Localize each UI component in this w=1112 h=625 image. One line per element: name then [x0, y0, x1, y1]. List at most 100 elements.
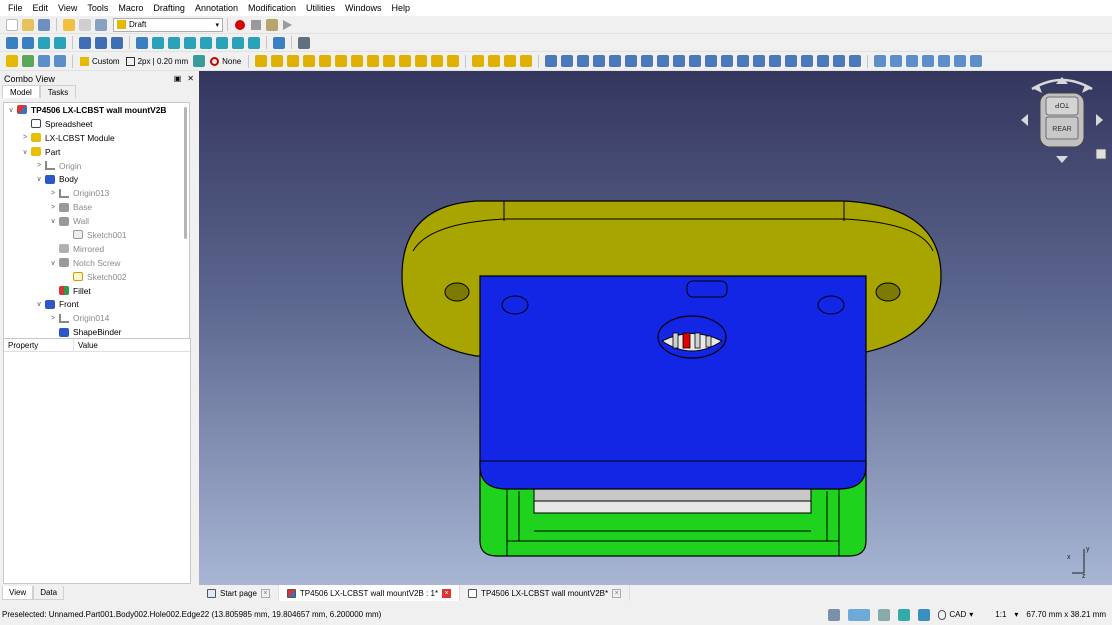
line-icon[interactable]: [255, 55, 268, 67]
macro-record-icon[interactable]: [235, 19, 245, 30]
draft-tray-icon[interactable]: [6, 55, 18, 67]
join-icon[interactable]: [721, 55, 734, 67]
tree-item-sketch001[interactable]: Sketch001: [4, 228, 189, 242]
tree-item-module[interactable]: > LX-LCBST Module: [4, 131, 189, 145]
trimex-icon[interactable]: [625, 55, 638, 67]
toggle-display-mode-icon[interactable]: [890, 55, 903, 67]
tree-item-notch-screw[interactable]: ∨ Notch Screw: [4, 256, 189, 270]
toggle-grid-icon[interactable]: [874, 55, 887, 67]
ellipse-icon[interactable]: [335, 55, 348, 67]
view-front-icon[interactable]: [168, 36, 180, 49]
view-left-icon[interactable]: [248, 36, 260, 49]
macro-stop-icon[interactable]: [251, 19, 261, 30]
snap-dimension-icon[interactable]: [898, 608, 911, 621]
tree-item-fillet[interactable]: Fillet: [4, 284, 189, 298]
wire-to-bspline-icon[interactable]: [785, 55, 798, 67]
tab-view[interactable]: View: [2, 586, 34, 600]
value-column-header[interactable]: Value: [74, 339, 102, 351]
open-folder-icon[interactable]: [22, 18, 34, 31]
navigation-style[interactable]: CAD ▾: [938, 609, 973, 620]
tab-data[interactable]: Data: [33, 586, 65, 600]
menu-tools[interactable]: Tools: [82, 0, 113, 16]
close-panel-icon[interactable]: ✕: [187, 74, 194, 83]
array-icon[interactable]: [673, 55, 686, 67]
view-top-icon[interactable]: [184, 36, 196, 49]
edit-icon[interactable]: [689, 55, 702, 67]
snap-none-button[interactable]: None: [210, 56, 241, 66]
arrow-left-icon[interactable]: [1021, 114, 1028, 126]
fit-selection-icon[interactable]: [22, 36, 34, 49]
expand-toggle[interactable]: ∨: [48, 259, 58, 267]
close-icon[interactable]: ×: [260, 588, 270, 598]
facebinder-icon[interactable]: [431, 55, 444, 67]
text-icon[interactable]: [472, 55, 485, 67]
layer-icon[interactable]: [22, 55, 34, 67]
slope-icon[interactable]: [817, 55, 830, 67]
annotation-style-icon[interactable]: [520, 55, 533, 67]
tab-start-page[interactable]: Start page ×: [199, 585, 279, 601]
add-to-group-icon[interactable]: [906, 55, 919, 67]
tab-document-2[interactable]: TP4506 LX-LCBST wall mountV2B* ×: [460, 585, 631, 601]
clone-icon[interactable]: [657, 55, 670, 67]
snap-endpoint-icon[interactable]: [878, 608, 891, 621]
snap-workingplane-icon[interactable]: [918, 608, 931, 621]
view-right-icon[interactable]: [200, 36, 212, 49]
back-arrow-icon[interactable]: [79, 36, 91, 49]
tree-item-mirrored[interactable]: Mirrored: [4, 242, 189, 256]
upgrade-icon[interactable]: [753, 55, 766, 67]
expand-toggle[interactable]: ∨: [34, 175, 44, 183]
label-icon[interactable]: [504, 55, 517, 67]
refresh-icon[interactable]: [95, 18, 107, 31]
line-width-button[interactable]: 2px | 0.20 mm: [125, 56, 188, 66]
3d-viewport[interactable]: TOP REAR x y z: [199, 71, 1112, 585]
menu-edit[interactable]: Edit: [28, 0, 54, 16]
macro-run-icon[interactable]: [283, 19, 292, 30]
construction-icon[interactable]: [38, 55, 50, 67]
expand-toggle[interactable]: >: [48, 190, 58, 197]
forward-arrow-icon[interactable]: [95, 36, 107, 49]
shape-2d-view-icon[interactable]: [849, 55, 862, 67]
view-menu-cube-icon[interactable]: [1095, 148, 1107, 160]
new-document-icon[interactable]: [6, 18, 18, 31]
menu-modification[interactable]: Modification: [243, 0, 301, 16]
draft-scale[interactable]: 1:1: [995, 610, 1006, 619]
macro-edit-icon[interactable]: [266, 18, 278, 31]
circle-icon[interactable]: [319, 55, 332, 67]
polygon-icon[interactable]: [367, 55, 380, 67]
menu-macro[interactable]: Macro: [113, 0, 148, 16]
expand-toggle[interactable]: ∨: [48, 217, 58, 225]
expand-toggle[interactable]: >: [20, 134, 30, 141]
tree-item-document[interactable]: ∨ TP4506 LX-LCBST wall mountV2B: [4, 103, 189, 117]
view-rear-icon[interactable]: [216, 36, 228, 49]
view-isometric-icon[interactable]: [152, 36, 164, 49]
dimension-icon[interactable]: [488, 55, 501, 67]
bounding-box-icon[interactable]: [54, 36, 66, 49]
undo-icon[interactable]: [63, 18, 75, 31]
draw-style-icon[interactable]: [38, 36, 50, 49]
menu-windows[interactable]: Windows: [340, 0, 387, 16]
rotate-icon[interactable]: [561, 55, 574, 67]
tree-item-part[interactable]: ∨ Part: [4, 145, 189, 159]
redo-icon[interactable]: [79, 18, 91, 31]
offset-icon[interactable]: [609, 55, 622, 67]
tree-scrollbar[interactable]: [184, 107, 187, 239]
tab-model[interactable]: Model: [2, 85, 40, 98]
expand-toggle[interactable]: >: [48, 204, 58, 211]
tree-item-base[interactable]: > Base: [4, 200, 189, 214]
move-icon[interactable]: [545, 55, 558, 67]
draft-to-sketch-icon[interactable]: [801, 55, 814, 67]
view-bottom-icon[interactable]: [232, 36, 244, 49]
menu-file[interactable]: File: [3, 0, 28, 16]
fit-all-icon[interactable]: [6, 36, 18, 49]
tree-item-wall[interactable]: ∨ Wall: [4, 214, 189, 228]
zoom-icon[interactable]: [136, 36, 148, 49]
polyline-icon[interactable]: [271, 55, 284, 67]
subelement-highlight-icon[interactable]: [705, 55, 718, 67]
point-icon[interactable]: [415, 55, 428, 67]
tree-item-sketch002[interactable]: Sketch002: [4, 270, 189, 284]
expand-toggle[interactable]: ∨: [34, 300, 44, 308]
select-group-icon[interactable]: [922, 55, 935, 67]
tree-item-front[interactable]: ∨ Front: [4, 297, 189, 311]
expand-toggle[interactable]: ∨: [6, 106, 16, 114]
workbench-selector[interactable]: Draft ▾: [113, 17, 223, 32]
